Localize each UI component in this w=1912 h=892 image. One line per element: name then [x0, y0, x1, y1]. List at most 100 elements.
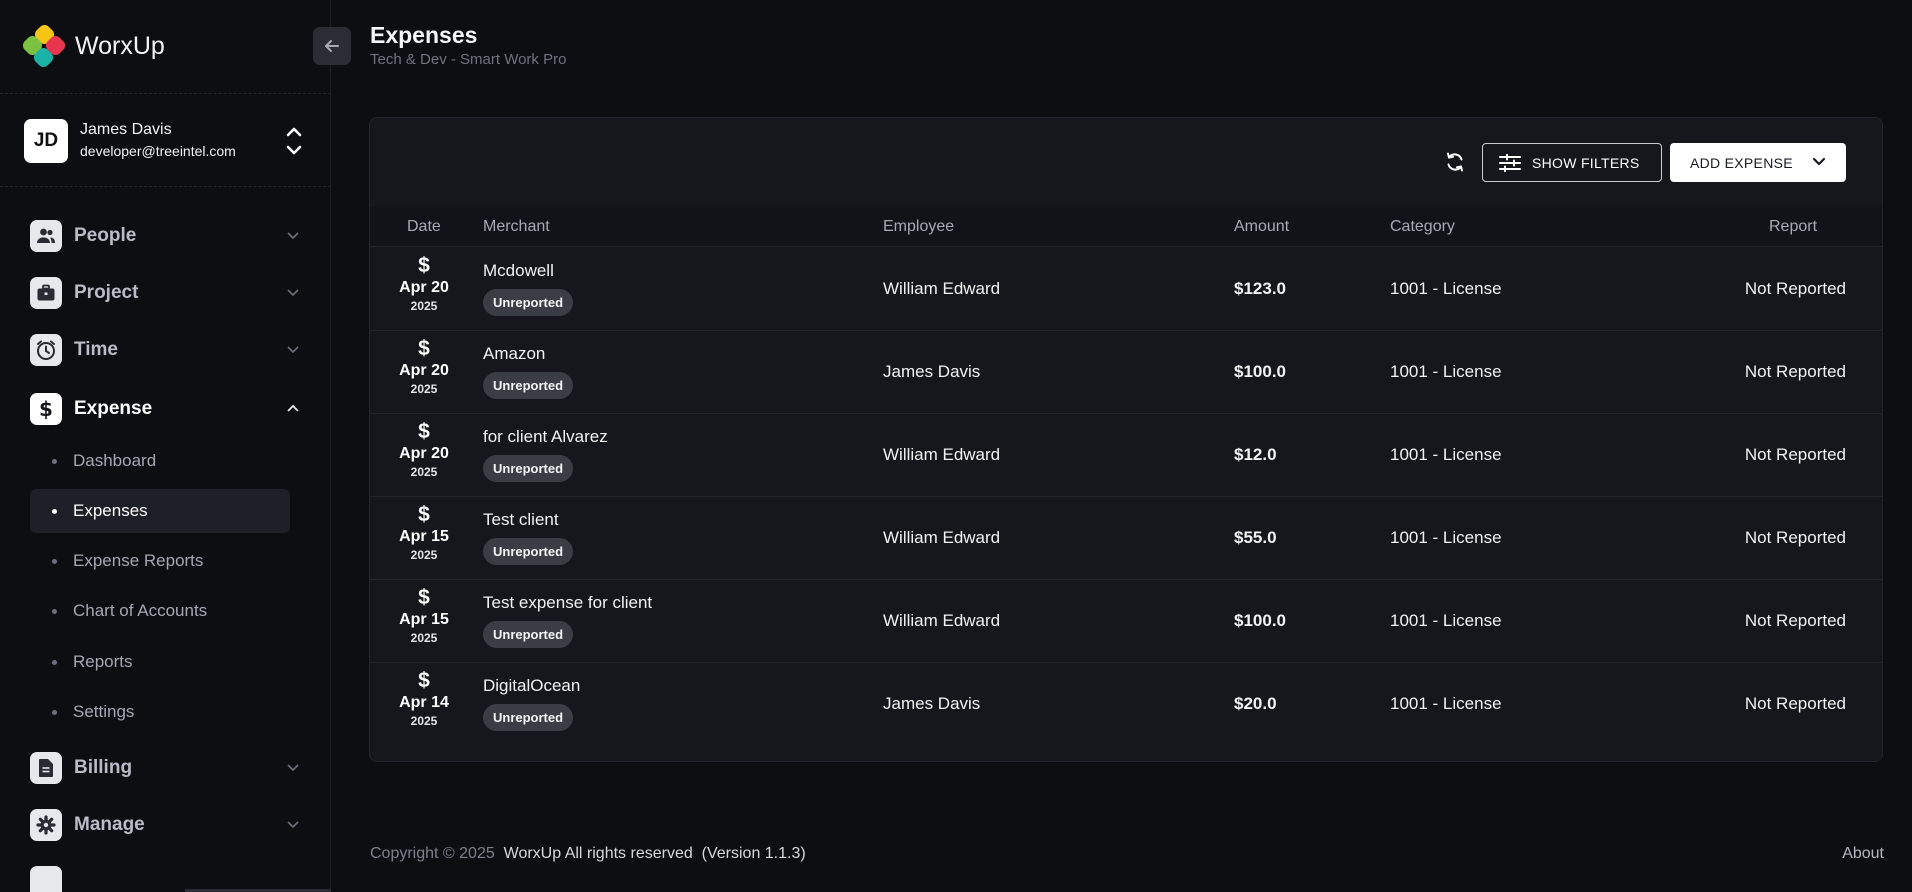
column-header-merchant[interactable]: Merchant: [483, 206, 550, 247]
show-filters-button[interactable]: SHOW FILTERS: [1482, 143, 1662, 182]
expense-amount: $55.0: [1234, 528, 1277, 547]
refresh-icon: [1447, 152, 1463, 172]
about-link[interactable]: About: [1842, 845, 1884, 863]
expense-category: 1001 - License: [1390, 694, 1502, 713]
table-row[interactable]: $ Apr 20 2025 Amazon Unreported James Da…: [370, 331, 1882, 414]
table-row[interactable]: $ Apr 15 2025 Test client Unreported Wil…: [370, 497, 1882, 580]
sidebar-item-label: Manage: [74, 814, 145, 835]
sidebar-subitem-settings[interactable]: Settings: [30, 690, 290, 734]
sliders-icon: [1499, 153, 1521, 172]
sidebar-subitem-label: Reports: [73, 652, 133, 671]
expense-amount: $100.0: [1234, 611, 1286, 630]
expense-category: 1001 - License: [1390, 528, 1502, 547]
chevron-updown-icon[interactable]: [284, 122, 304, 160]
dollar-icon: $: [30, 393, 62, 425]
sidebar-item-time[interactable]: Time: [30, 334, 300, 366]
expense-date: Apr 14: [399, 694, 449, 711]
table-row[interactable]: $ Apr 20 2025 Mcdowell Unreported Willia…: [370, 248, 1882, 331]
expense-category: 1001 - License: [1390, 445, 1502, 464]
column-header-employee[interactable]: Employee: [883, 206, 954, 247]
bullet-icon: [52, 508, 57, 514]
add-expense-button[interactable]: ADD EXPENSE: [1670, 143, 1846, 182]
sidebar-item-label: Billing: [74, 757, 133, 778]
report-status: Not Reported: [1744, 279, 1846, 298]
user-name: James Davis: [80, 121, 172, 138]
sidebar-subitem-dashboard[interactable]: Dashboard: [30, 439, 290, 483]
version-text: (Version 1.1.3): [701, 845, 806, 862]
copyright-text: Copyright © 2025: [370, 845, 495, 862]
report-status: Not Reported: [1744, 362, 1846, 381]
sidebar-subitem-label: Chart of Accounts: [73, 601, 208, 620]
footer-brand-link[interactable]: WorxUp All rights reserved: [504, 845, 693, 862]
column-header-report[interactable]: Report: [1769, 206, 1817, 247]
expense-amount: $123.0: [1234, 279, 1286, 298]
expense-category: 1001 - License: [1390, 611, 1502, 630]
expense-year: 2025: [410, 382, 438, 396]
chevron-down-icon: [287, 764, 299, 772]
merchant-name: Mcdowell: [483, 261, 554, 280]
status-badge: Unreported: [483, 538, 574, 565]
bullet-icon: [52, 458, 57, 464]
sidebar-item-label: Time: [74, 339, 119, 360]
merchant-name: Test client: [483, 510, 559, 529]
dollar-icon: $: [418, 337, 430, 360]
app-root: WorxUp JD James Davis developer@treeinte…: [0, 0, 1912, 892]
sidebar-item-expense[interactable]: $ Expense: [30, 393, 300, 425]
date-cell: $ Apr 20 2025: [396, 421, 452, 480]
employee-name: James Davis: [883, 694, 981, 713]
expense-amount: $12.0: [1234, 445, 1277, 464]
divider: [0, 186, 331, 187]
column-header-date[interactable]: Date: [407, 206, 441, 247]
sidebar-subitem-label: Dashboard: [73, 451, 157, 470]
report-status: Not Reported: [1744, 611, 1846, 630]
document-icon: [30, 752, 62, 784]
employee-name: William Edward: [883, 611, 1001, 630]
sidebar-subitem-label: Settings: [73, 702, 135, 721]
employee-name: James Davis: [883, 362, 981, 381]
people-icon: [30, 220, 62, 252]
report-status: Not Reported: [1744, 694, 1846, 713]
brand[interactable]: WorxUp: [20, 22, 165, 70]
bullet-icon: [52, 709, 57, 715]
table-row[interactable]: $ Apr 20 2025 for client Alvarez Unrepor…: [370, 414, 1882, 497]
expense-date: Apr 15: [399, 528, 449, 545]
user-switcher[interactable]: JD James Davis developer@treeintel.com: [24, 118, 304, 164]
divider: [0, 93, 331, 94]
sidebar-item-manage[interactable]: Manage: [30, 809, 300, 841]
sidebar-item-project[interactable]: Project: [30, 277, 300, 309]
bullet-icon: [52, 558, 57, 564]
expense-year: 2025: [410, 299, 438, 313]
table-row[interactable]: $ Apr 15 2025 Test expense for client Un…: [370, 580, 1882, 663]
add-expense-label: ADD EXPENSE: [1690, 154, 1793, 171]
date-cell: $ Apr 15 2025: [396, 587, 452, 646]
chevron-down-icon: [287, 232, 299, 240]
sidebar-item-people[interactable]: People: [30, 220, 300, 252]
expense-amount: $20.0: [1234, 694, 1277, 713]
sidebar-subitem-expense-reports[interactable]: Expense Reports: [30, 539, 290, 583]
date-cell: $ Apr 20 2025: [396, 255, 452, 314]
sidebar-subitem-reports[interactable]: Reports: [30, 640, 290, 684]
sidebar-item-billing[interactable]: Billing: [30, 752, 300, 784]
collapse-sidebar-button[interactable]: [313, 27, 351, 65]
dollar-icon: $: [418, 503, 430, 526]
expense-year: 2025: [410, 548, 438, 562]
merchant-name: Test expense for client: [483, 593, 653, 612]
expense-date: Apr 20: [399, 445, 449, 462]
page-title: Expenses: [370, 22, 478, 48]
expense-category: 1001 - License: [1390, 279, 1502, 298]
expense-category: 1001 - License: [1390, 362, 1502, 381]
refresh-button[interactable]: [1440, 147, 1470, 177]
page-subtitle: Tech & Dev - Smart Work Pro: [370, 51, 567, 68]
sidebar-subitem-chart-of-accounts[interactable]: Chart of Accounts: [30, 589, 290, 633]
table-row[interactable]: $ Apr 14 2025 DigitalOcean Unreported Ja…: [370, 663, 1882, 746]
avatar: JD: [24, 119, 68, 163]
report-status: Not Reported: [1744, 445, 1846, 464]
sidebar: WorxUp JD James Davis developer@treeinte…: [0, 0, 331, 892]
footer-copyright: Copyright © 2025 WorxUp All rights reser…: [370, 845, 806, 863]
column-header-amount[interactable]: Amount: [1234, 206, 1289, 247]
column-header-category[interactable]: Category: [1390, 206, 1455, 247]
briefcase-icon: [30, 277, 62, 309]
worxup-logo-icon: [20, 22, 68, 70]
sidebar-subitem-expenses[interactable]: Expenses: [30, 489, 290, 533]
chevron-down-icon: [287, 821, 299, 829]
